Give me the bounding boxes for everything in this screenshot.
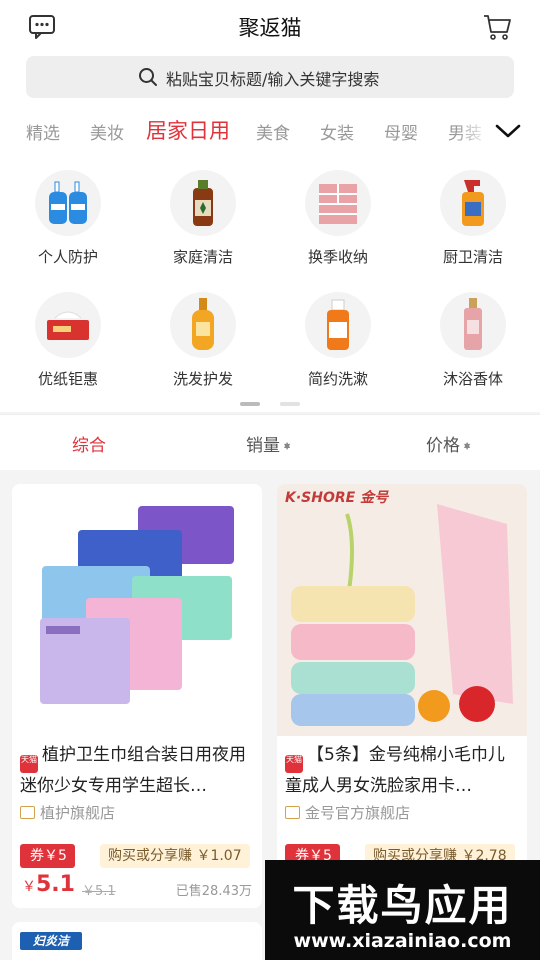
body-mist-bottle-icon: [440, 292, 506, 358]
category-label: 换季收纳: [307, 248, 368, 266]
product-image: [12, 484, 262, 736]
tissue-box-icon: [35, 292, 101, 358]
tab-jingxuan[interactable]: 精选: [26, 119, 60, 144]
product-card[interactable]: 妇炎洁: [12, 922, 262, 960]
tab-muying[interactable]: 母婴: [384, 119, 418, 144]
spray-cleaner-icon: [440, 170, 506, 236]
category-label: 洗发护发: [172, 370, 233, 388]
category-bath-fragrance[interactable]: 沐浴香体: [413, 292, 533, 402]
product-title[interactable]: 天猫 植护卫生巾组合装日用夜用迷你少女专用学生超长…: [20, 742, 256, 796]
shop-name[interactable]: 金号官方旗舰店: [285, 802, 410, 823]
tab-nvzhuang[interactable]: 女装: [320, 119, 354, 144]
sort-arrows-icon: ▲ ▼: [464, 440, 471, 451]
brand-logo: K·SHORE 金号: [285, 489, 389, 506]
product-card[interactable]: 天猫 植护卫生巾组合装日用夜用迷你少女专用学生超长… 植护旗舰店 券￥5 购买或分…: [12, 484, 262, 908]
shop-icon: [285, 806, 300, 819]
product-card[interactable]: K·SHORE 金号 天猫 【5条】金号纯棉小毛巾儿童成人男女洗脸家用卡… 金号官…: [277, 484, 527, 908]
category-personal-protection[interactable]: 个人防护: [8, 170, 128, 280]
category-simple-toiletries[interactable]: 简约洗漱: [278, 292, 398, 402]
tmall-badge: 天猫: [285, 755, 303, 773]
brand-logo: 妇炎洁: [20, 932, 82, 950]
category-seasonal-storage[interactable]: 换季收纳: [278, 170, 398, 280]
sort-arrows-icon: ▲ ▼: [284, 440, 291, 451]
category-label: 个人防护: [37, 248, 98, 266]
sort-bar: 综合 销量 ▲ ▼ 价格 ▲ ▼: [0, 414, 540, 470]
category-label: 沐浴香体: [442, 370, 503, 388]
sort-price[interactable]: 价格 ▲ ▼: [426, 431, 470, 456]
page-dot: [280, 402, 300, 406]
category-home-cleaning[interactable]: 家庭清洁: [143, 170, 263, 280]
watermark-url: www.xiazainiao.com: [293, 930, 512, 952]
sold-count: 已售28.43万: [175, 884, 252, 899]
shop-icon: [20, 806, 35, 819]
share-earn-badge[interactable]: 购买或分享赚 ￥1.07: [100, 844, 250, 868]
storage-drawers-icon: [305, 170, 371, 236]
tab-meizhuang[interactable]: 美妆: [90, 119, 124, 144]
category-label: 简约洗漱: [307, 370, 368, 388]
original-price: ￥5.1: [82, 884, 116, 899]
mouthwash-bottle-icon: [305, 292, 371, 358]
shop-name[interactable]: 植护旗舰店: [20, 802, 115, 823]
category-tabs: 精选 美妆 居家日用 美食 女装 母婴 男装: [0, 110, 540, 152]
tab-jujia-riyong[interactable]: 居家日用: [146, 115, 230, 145]
product-title[interactable]: 天猫 【5条】金号纯棉小毛巾儿童成人男女洗脸家用卡…: [285, 742, 521, 796]
top-panel: 聚返猫 粘贴宝贝标题/输入关键字搜索 精选 美妆 居家日用 美食 女装 母婴 男…: [0, 0, 540, 412]
cart-icon[interactable]: [482, 12, 512, 42]
category-label: 优纸钜惠: [37, 370, 98, 388]
sort-sales[interactable]: 销量 ▲ ▼: [246, 431, 290, 456]
product-image: K·SHORE 金号: [277, 484, 527, 736]
header: 聚返猫: [0, 0, 540, 54]
tab-meishi[interactable]: 美食: [256, 119, 290, 144]
tmall-badge: 天猫: [20, 755, 38, 773]
page-indicator: [0, 402, 540, 408]
category-tissue-deals[interactable]: 优纸钜惠: [8, 292, 128, 402]
watermark: 下载鸟应用 www.xiazainiao.com: [265, 860, 540, 960]
page-title: 聚返猫: [238, 16, 302, 40]
category-label: 家庭清洁: [172, 248, 233, 266]
search-icon: [139, 68, 157, 86]
coupon-badge[interactable]: 券￥5: [20, 844, 75, 868]
category-label: 厨卫清洁: [442, 248, 503, 266]
search-bar[interactable]: 粘贴宝贝标题/输入关键字搜索: [26, 56, 514, 98]
page-dot-active: [240, 402, 260, 406]
hand-wash-bottles-icon: [35, 170, 101, 236]
price: ￥5.1: [22, 872, 75, 897]
watermark-text: 下载鸟应用: [292, 881, 513, 930]
shampoo-bottle-icon: [170, 292, 236, 358]
category-kitchen-bath-cleaning[interactable]: 厨卫清洁: [413, 170, 533, 280]
chevron-down-icon[interactable]: [494, 122, 522, 140]
category-hair-care[interactable]: 洗发护发: [143, 292, 263, 402]
search-placeholder: 粘贴宝贝标题/输入关键字搜索: [166, 70, 380, 89]
disinfectant-bottle-icon: [170, 170, 236, 236]
sort-comprehensive[interactable]: 综合: [72, 431, 106, 456]
